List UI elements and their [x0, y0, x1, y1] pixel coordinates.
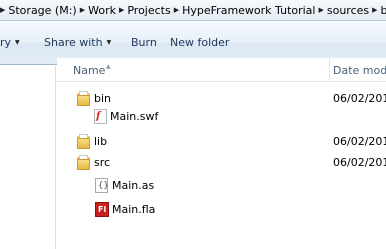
folder-icon	[77, 155, 91, 170]
file-name: Main.swf	[110, 110, 159, 123]
file-name: lib	[94, 135, 108, 148]
file-name: Main.as	[112, 179, 155, 192]
chevron-down-icon: ▼	[15, 39, 20, 46]
list-item[interactable]: Fl Main.fla	[57, 199, 386, 221]
folder-icon	[77, 134, 91, 149]
breadcrumb-work[interactable]: Work	[85, 0, 119, 20]
file-date: 06/02/201	[333, 156, 386, 169]
breadcrumb-current[interactable]: ba	[378, 0, 386, 20]
breadcrumb-hypeframework-tutorial[interactable]: HypeFramework Tutorial	[179, 0, 318, 20]
breadcrumb-storage[interactable]: Storage (M:)	[5, 0, 79, 20]
list-item[interactable]: {} Main.as	[57, 175, 386, 197]
sort-ascending-icon: ▲	[106, 63, 111, 70]
share-with-label: Share with	[44, 36, 103, 49]
flash-fla-icon: Fl	[95, 202, 109, 217]
include-in-library-button[interactable]: ry ▼	[0, 21, 20, 65]
column-header-name[interactable]: Name	[73, 58, 105, 82]
breadcrumb-sources[interactable]: sources	[324, 0, 372, 20]
column-header-date-modified[interactable]: Date modif	[333, 58, 386, 82]
new-folder-label: New folder	[170, 36, 230, 49]
file-name: src	[94, 156, 111, 169]
column-divider[interactable]	[329, 58, 330, 82]
navigation-pane[interactable]	[0, 66, 56, 249]
column-header: Name ▲ Date modif	[57, 58, 386, 82]
folder-icon	[77, 91, 91, 106]
chevron-down-icon: ▼	[106, 39, 112, 46]
actionscript-file-icon: {}	[95, 178, 109, 193]
address-bar[interactable]: ▶ Storage (M:) ▶ Work ▶ Projects ▶ HypeF…	[0, 0, 386, 21]
burn-label: Burn	[131, 36, 157, 49]
include-in-library-label: ry	[0, 36, 12, 49]
list-item[interactable]: src 06/02/201	[57, 152, 386, 174]
list-item[interactable]: lib 06/02/201	[57, 131, 386, 153]
file-name: Main.fla	[112, 203, 156, 216]
list-item[interactable]: f Main.swf	[57, 106, 386, 128]
file-date: 06/02/201	[333, 135, 386, 148]
breadcrumb-projects[interactable]: Projects	[124, 0, 173, 20]
flash-swf-icon: f	[94, 109, 107, 124]
